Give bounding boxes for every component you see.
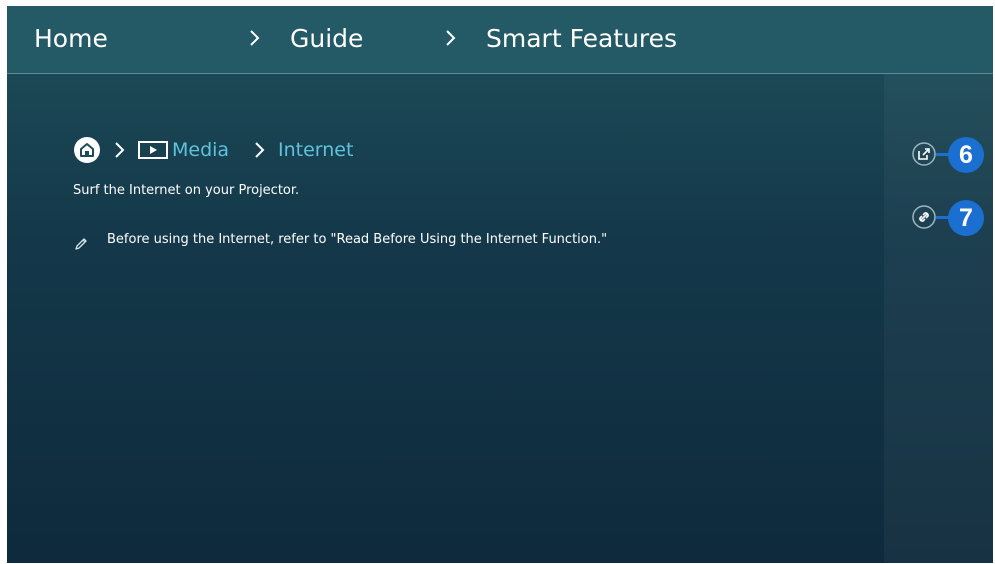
chevron-right-icon (443, 25, 459, 51)
callout-badge-6: 6 (948, 137, 984, 173)
link-action[interactable]: 7 (910, 200, 992, 236)
pencil-icon (74, 236, 88, 250)
chevron-right-icon (113, 140, 127, 160)
breadcrumb-home[interactable]: Home (34, 23, 108, 55)
guide-screen: Home Guide Smart Features Media Internet… (7, 6, 993, 563)
path-internet-label: Internet (278, 139, 354, 161)
note-text: Before using the Internet, refer to "Rea… (107, 232, 608, 247)
chevron-right-icon (253, 140, 267, 160)
breadcrumb-guide[interactable]: Guide (290, 23, 363, 55)
home-icon (73, 136, 101, 164)
menu-path: Media Internet (73, 136, 433, 164)
description-text: Surf the Internet on your Projector. (73, 183, 300, 198)
path-media-label: Media (172, 139, 230, 161)
link-icon[interactable] (912, 205, 936, 229)
chevron-right-icon (247, 25, 263, 51)
breadcrumb-bar: Home Guide Smart Features (7, 6, 993, 74)
breadcrumb-smart-features[interactable]: Smart Features (486, 23, 677, 55)
external-link-action[interactable]: 6 (910, 137, 992, 173)
media-icon (138, 141, 168, 159)
external-link-icon[interactable] (912, 142, 936, 166)
callout-badge-7: 7 (948, 200, 984, 236)
